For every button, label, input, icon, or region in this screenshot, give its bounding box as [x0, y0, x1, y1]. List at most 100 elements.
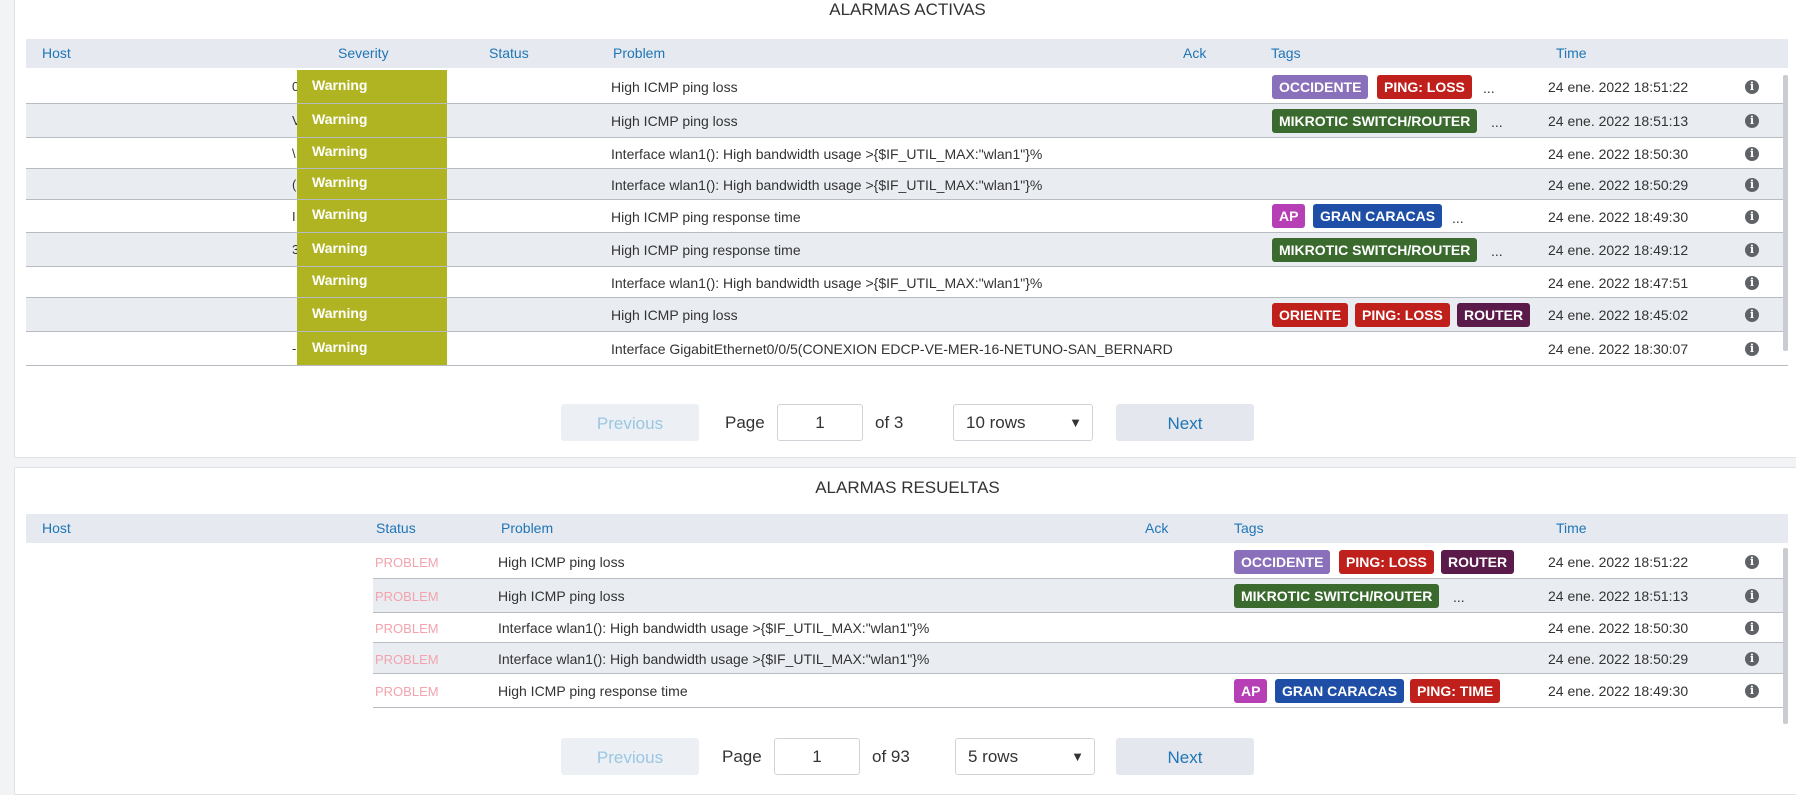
table-row[interactable]: PROBLEM Interface wlan1(): High bandwidth… — [373, 613, 1788, 643]
tag-badge[interactable]: PING: LOSS — [1355, 302, 1450, 327]
header-severity[interactable]: Severity — [338, 39, 389, 68]
resolved-scrollbar[interactable] — [1783, 548, 1788, 724]
problem-text[interactable]: High ICMP ping loss — [611, 79, 738, 95]
info-icon[interactable]: i — [1745, 555, 1759, 569]
chevron-down-icon: ▼ — [1069, 415, 1082, 430]
problem-text[interactable]: Interface GigabitEthernet0/0/5(CONEXION … — [611, 341, 1173, 357]
table-row[interactable]: I Warning High ICMP ping response time AP GR… — [26, 200, 1788, 233]
info-icon[interactable]: i — [1745, 178, 1759, 192]
table-row[interactable]: PROBLEM Interface wlan1(): High bandwidth… — [373, 643, 1788, 674]
previous-button[interactable]: Previous — [561, 404, 699, 441]
tag-badge[interactable]: GRAN CARACAS — [1313, 204, 1443, 228]
info-icon[interactable]: i — [1745, 147, 1759, 161]
header-host[interactable]: Host — [42, 514, 71, 543]
table-row[interactable]: 3 Warning High ICMP ping response time MIKR… — [26, 233, 1788, 267]
header-tags[interactable]: Tags — [1271, 39, 1301, 68]
problem-text[interactable]: High ICMP ping loss — [611, 113, 738, 129]
header-time[interactable]: Time — [1556, 514, 1587, 543]
header-status[interactable]: Status — [376, 514, 416, 543]
tag-badge[interactable]: AP — [1234, 678, 1268, 703]
host-cell[interactable]: ( — [292, 177, 296, 192]
tag-badge[interactable]: ROUTER — [1441, 549, 1515, 574]
problem-text[interactable]: Interface wlan1(): High bandwidth usage … — [611, 146, 1042, 162]
tag-badge[interactable]: PING: TIME — [1410, 678, 1501, 703]
resolved-rows: PROBLEM High ICMP ping loss OCCIDENTE PING:… — [26, 545, 1788, 725]
host-cell[interactable]: I — [292, 209, 296, 224]
time-cell: 24 ene. 2022 18:45:02 — [1548, 307, 1689, 323]
rows-per-page-select[interactable]: 10 rows ▼ — [953, 404, 1093, 441]
header-ack[interactable]: Ack — [1183, 39, 1206, 68]
tag-badge[interactable]: AP — [1272, 204, 1306, 228]
active-pagination: Previous Page of 3 10 rows ▼ Next — [15, 404, 1796, 444]
tag-badge[interactable]: MIKROTIC SWITCH/ROUTER — [1272, 237, 1478, 262]
tag-badge[interactable]: ROUTER — [1457, 302, 1531, 327]
table-row[interactable]: Warning Interface wlan1(): High bandwidth… — [26, 267, 1788, 298]
rows-per-page-select[interactable]: 5 rows ▼ — [955, 738, 1095, 775]
table-row[interactable]: 0 Warning High ICMP ping loss OCCIDENTE PING… — [26, 70, 1788, 104]
problem-text[interactable]: High ICMP ping loss — [498, 588, 625, 604]
tag-badge[interactable]: OCCIDENTE — [1234, 549, 1331, 574]
tags-more[interactable]: ... — [1491, 114, 1503, 130]
info-icon[interactable]: i — [1745, 684, 1759, 698]
table-row[interactable]: - Warning Interface GigabitEthernet0/0/5(C… — [26, 332, 1788, 366]
header-tags[interactable]: Tags — [1234, 514, 1264, 543]
problem-text[interactable]: High ICMP ping response time — [611, 209, 801, 225]
host-cell[interactable]: \ — [292, 146, 296, 161]
next-button[interactable]: Next — [1116, 738, 1254, 775]
tags-more[interactable]: ... — [1483, 80, 1495, 96]
problem-text[interactable]: High ICMP ping response time — [498, 683, 688, 699]
rows-per-page-value: 10 rows — [966, 413, 1026, 432]
time-cell: 24 ene. 2022 18:51:13 — [1548, 588, 1689, 604]
page-input[interactable] — [777, 404, 863, 441]
table-row[interactable]: (Warning Interface wlan1(): High bandwidt… — [26, 169, 1788, 200]
next-button[interactable]: Next — [1116, 404, 1254, 441]
info-icon[interactable]: i — [1745, 308, 1759, 322]
table-row[interactable]: PROBLEM High ICMP ping loss OCCIDENTE PING:… — [373, 545, 1788, 579]
table-row[interactable]: PROBLEM High ICMP ping response time AP GRA… — [373, 674, 1788, 708]
problem-text[interactable]: High ICMP ping loss — [498, 554, 625, 570]
info-icon[interactable]: i — [1745, 80, 1759, 94]
tag-badge[interactable]: PING: LOSS — [1339, 549, 1434, 574]
tags-more[interactable]: ... — [1491, 243, 1503, 259]
table-row[interactable]: \ Warning Interface wlan1(): High bandwidt… — [26, 138, 1788, 169]
header-time[interactable]: Time — [1556, 39, 1587, 68]
table-row[interactable]: Warning High ICMP ping loss ORIENTE PING: L… — [26, 298, 1788, 332]
table-row[interactable]: VWarningHigh ICMP ping lossMIKROTIC SWIT… — [26, 104, 1788, 138]
info-icon[interactable]: i — [1745, 652, 1759, 666]
info-icon[interactable]: i — [1745, 621, 1759, 635]
tags-more[interactable]: ... — [1452, 210, 1464, 226]
info-icon[interactable]: i — [1745, 243, 1759, 257]
problem-text[interactable]: Interface wlan1(): High bandwidth usage … — [498, 651, 929, 667]
header-problem[interactable]: Problem — [501, 514, 553, 543]
tag-badge[interactable]: PING: LOSS — [1377, 74, 1472, 99]
info-icon[interactable]: i — [1745, 589, 1759, 603]
active-scrollbar[interactable] — [1783, 75, 1788, 351]
tag-badge[interactable]: ORIENTE — [1272, 302, 1349, 327]
table-row[interactable]: PROBLEM High ICMP ping loss MIKROTIC SWITC… — [373, 579, 1788, 613]
tag-badge[interactable]: GRAN CARACAS — [1275, 678, 1405, 703]
info-icon[interactable]: i — [1745, 342, 1759, 356]
header-host[interactable]: Host — [42, 39, 71, 68]
problem-text[interactable]: Interface wlan1(): High bandwidth usage … — [611, 275, 1042, 291]
info-icon[interactable]: i — [1745, 210, 1759, 224]
time-cell: 24 ene. 2022 18:50:29 — [1548, 651, 1689, 667]
resolved-alarms-title: ALARMAS RESUELTAS — [815, 478, 1000, 497]
info-icon[interactable]: i — [1745, 276, 1759, 290]
page-input[interactable] — [774, 738, 860, 775]
header-problem[interactable]: Problem — [613, 39, 665, 68]
problem-text[interactable]: Interface wlan1(): High bandwidth usage … — [498, 620, 929, 636]
header-ack[interactable]: Ack — [1145, 514, 1168, 543]
time-cell: 24 ene. 2022 18:50:30 — [1548, 620, 1689, 636]
problem-text[interactable]: High ICMP ping loss — [611, 307, 738, 323]
info-icon[interactable]: i — [1745, 114, 1759, 128]
tag-badge[interactable]: MIKROTIC SWITCH/ROUTER — [1272, 108, 1478, 133]
problem-text[interactable]: High ICMP ping response time — [611, 242, 801, 258]
problem-text[interactable]: Interface wlan1(): High bandwidth usage … — [611, 177, 1042, 193]
host-cell[interactable]: - — [292, 341, 296, 356]
previous-button[interactable]: Previous — [561, 738, 699, 775]
header-status[interactable]: Status — [489, 39, 529, 68]
tag-badge[interactable]: OCCIDENTE — [1272, 74, 1369, 99]
resolved-table-header: Host Status Problem Ack Tags Time — [26, 514, 1788, 543]
tag-badge[interactable]: MIKROTIC SWITCH/ROUTER — [1234, 583, 1440, 608]
tags-more[interactable]: ... — [1453, 589, 1465, 605]
